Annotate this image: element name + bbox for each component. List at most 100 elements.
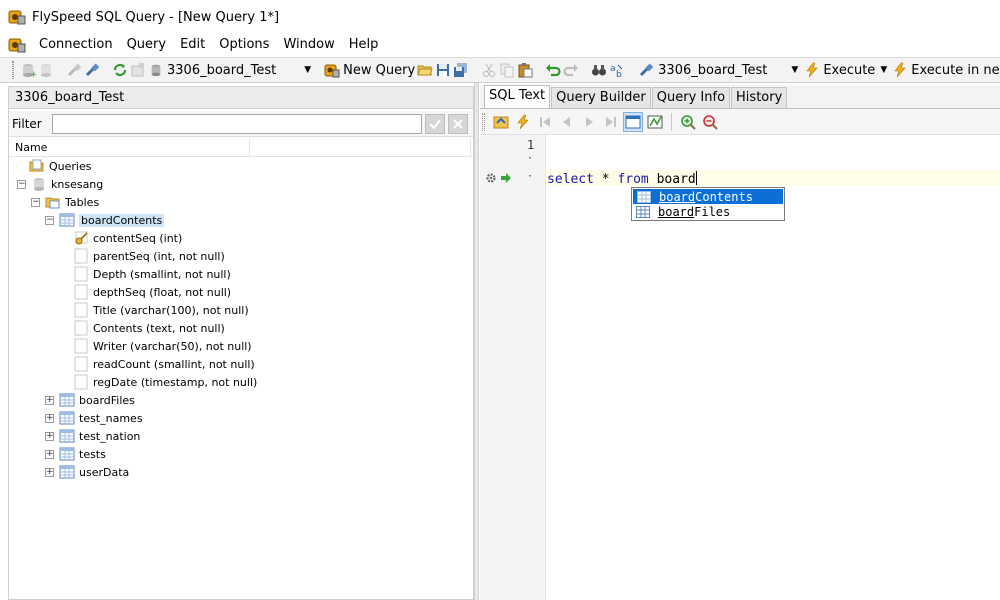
- current-statement-arrow-icon: [501, 173, 511, 183]
- filter-input[interactable]: [52, 113, 422, 134]
- connect-button[interactable]: [84, 60, 100, 80]
- previous-record-button[interactable]: [557, 112, 577, 132]
- tree-node-column[interactable]: readCount (smallint, not null): [9, 355, 473, 373]
- tree-node-label: readCount (smallint, not null): [93, 357, 255, 371]
- table-icon: [636, 205, 650, 218]
- execute-query-button[interactable]: [513, 112, 533, 132]
- tree-node-table-tests[interactable]: + tests: [9, 445, 473, 463]
- tree-node-tables[interactable]: − Tables: [9, 193, 473, 211]
- redo-icon: [563, 64, 579, 77]
- tree-node-column[interactable]: depthSeq (float, not null): [9, 283, 473, 301]
- save-button[interactable]: [435, 60, 451, 80]
- connection-selector[interactable]: 3306_board_Test ▼: [147, 60, 313, 80]
- tree-node-column[interactable]: Contents (text, not null): [9, 319, 473, 337]
- plug-disabled-icon: [67, 63, 82, 77]
- zoom-out-button[interactable]: [700, 112, 720, 132]
- zoom-in-button[interactable]: [678, 112, 698, 132]
- cut-button[interactable]: [481, 60, 497, 80]
- new-query-button[interactable]: New Query: [324, 60, 415, 80]
- tab-query-info[interactable]: Query Info: [651, 87, 731, 108]
- tree-node-column[interactable]: regDate (timestamp, not null): [9, 373, 473, 391]
- refresh-button[interactable]: [112, 60, 128, 80]
- tree-node-table-test-nation[interactable]: + test_nation: [9, 427, 473, 445]
- column-divider[interactable]: [470, 139, 471, 157]
- chevron-down-icon: ▼: [304, 65, 312, 75]
- tree-node-column[interactable]: Depth (smallint, not null): [9, 265, 473, 283]
- properties-button[interactable]: [130, 60, 146, 80]
- clear-filter-button[interactable]: [448, 113, 468, 134]
- last-record-button[interactable]: [601, 112, 621, 132]
- magnifier-minus-icon: [703, 114, 718, 130]
- panel-splitter[interactable]: [474, 83, 479, 600]
- collapse-toggle[interactable]: −: [31, 197, 40, 207]
- split-view-icon: [647, 115, 663, 128]
- next-record-button[interactable]: [579, 112, 599, 132]
- sql-token: board: [648, 172, 696, 187]
- expand-toggle[interactable]: +: [45, 449, 54, 459]
- copy-button[interactable]: [499, 60, 515, 80]
- name-column-header[interactable]: Name: [15, 141, 47, 154]
- tree-node-queries[interactable]: Queries: [9, 157, 473, 175]
- tree-node-column[interactable]: Title (varchar(100), not null): [9, 301, 473, 319]
- first-record-button[interactable]: [535, 112, 555, 132]
- autocomplete-item[interactable]: board Contents: [633, 189, 783, 204]
- menu-edit[interactable]: Edit: [173, 34, 212, 56]
- expand-toggle[interactable]: +: [45, 395, 54, 405]
- tab-sql-text[interactable]: SQL Text: [484, 85, 551, 108]
- tree-node-table-boardcontents[interactable]: − boardContents: [9, 211, 473, 229]
- tree-node-column[interactable]: Writer (varchar(50), not null): [9, 337, 473, 355]
- next-icon: [586, 116, 593, 127]
- replace-button[interactable]: ab: [609, 60, 625, 80]
- toolbar-grip[interactable]: [482, 112, 485, 131]
- toggle-split-button[interactable]: [645, 112, 665, 132]
- apply-filter-button[interactable]: [425, 113, 445, 134]
- remove-connection-button[interactable]: [38, 60, 54, 80]
- find-button[interactable]: [591, 60, 607, 80]
- expand-toggle[interactable]: +: [45, 431, 54, 441]
- menu-query[interactable]: Query: [120, 34, 174, 56]
- tree-node-table-test-names[interactable]: + test_names: [9, 409, 473, 427]
- app-logo-icon: [8, 10, 26, 25]
- gear-icon[interactable]: [485, 172, 497, 184]
- add-connection-button[interactable]: +: [20, 60, 36, 80]
- line-number: 1: [527, 138, 535, 152]
- copy-icon: [500, 63, 514, 78]
- tree-node-database[interactable]: − knsesang: [9, 175, 473, 193]
- paste-button[interactable]: [517, 60, 533, 80]
- tab-query-builder[interactable]: Query Builder: [551, 87, 651, 108]
- collapse-toggle[interactable]: −: [17, 179, 26, 189]
- collapse-toggle[interactable]: −: [45, 215, 54, 225]
- execute-button[interactable]: Execute: [804, 60, 875, 80]
- execute-dropdown-icon[interactable]: ▼: [880, 65, 887, 75]
- query-connection-icon: [640, 63, 654, 77]
- refresh-icon: [113, 63, 127, 77]
- app-menu-icon[interactable]: [8, 36, 26, 54]
- lightning-icon: [517, 114, 529, 129]
- expand-toggle[interactable]: +: [45, 413, 54, 423]
- code-line[interactable]: select * from board: [547, 171, 697, 187]
- menu-connection[interactable]: Connection: [32, 34, 120, 56]
- expand-toggle[interactable]: +: [45, 467, 54, 477]
- execute-in-new-button[interactable]: Execute in new: [892, 60, 1000, 80]
- menu-options[interactable]: Options: [212, 34, 276, 56]
- tree-node-column[interactable]: parentSeq (int, not null): [9, 247, 473, 265]
- sql-editor[interactable]: 1 · · select * from board board Contents …: [480, 135, 1000, 600]
- menu-window[interactable]: Window: [276, 34, 341, 56]
- open-button[interactable]: [417, 60, 433, 80]
- magnifier-plus-icon: [681, 114, 696, 130]
- save-all-button[interactable]: [453, 60, 469, 80]
- redo-button[interactable]: [563, 60, 579, 80]
- tree-node-table-userdata[interactable]: + userData: [9, 463, 473, 481]
- toolbar-grip[interactable]: [12, 61, 14, 79]
- tree-node-column[interactable]: contentSeq (int): [9, 229, 473, 247]
- column-divider[interactable]: [249, 139, 250, 157]
- tab-history[interactable]: History: [731, 87, 788, 108]
- toggle-results-pane-button[interactable]: [623, 111, 643, 132]
- load-query-button[interactable]: [491, 112, 511, 132]
- menu-help[interactable]: Help: [342, 34, 386, 56]
- undo-button[interactable]: [545, 60, 561, 80]
- tree-node-table-boardfiles[interactable]: + boardFiles: [9, 391, 473, 409]
- disconnect-button[interactable]: [66, 60, 82, 80]
- autocomplete-item[interactable]: board Files: [632, 204, 784, 219]
- query-connection-selector[interactable]: 3306_board_Test ▼: [636, 60, 800, 80]
